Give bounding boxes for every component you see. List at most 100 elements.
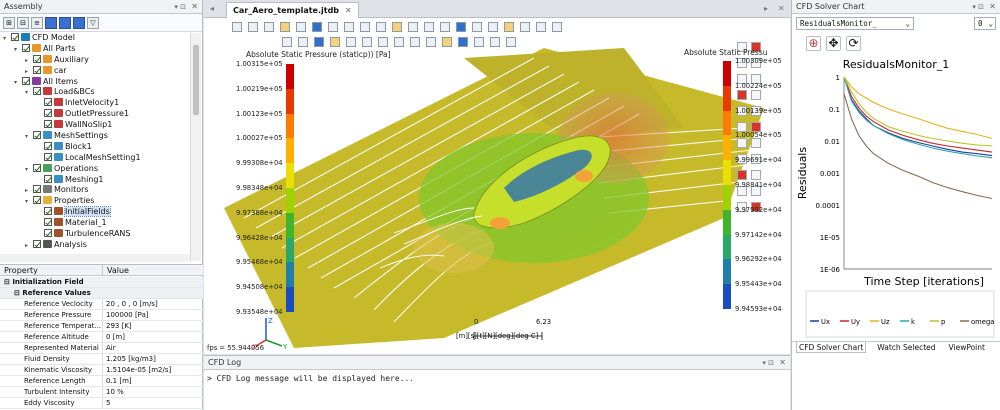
transparency-icon[interactable]: [536, 22, 546, 32]
iso-surface-icon[interactable]: [458, 37, 468, 47]
tree-node[interactable]: WallNoSlip1: [0, 120, 190, 131]
filter-icon[interactable]: ▽: [87, 16, 99, 29]
streamline-icon[interactable]: [410, 37, 420, 47]
property-row[interactable]: Reference Veclocity 20 , 0 , 0 [m/s]: [0, 299, 203, 310]
measure-icon[interactable]: [424, 22, 434, 32]
visibility-checkbox[interactable]: [44, 229, 52, 238]
assembly-icon[interactable]: [59, 16, 71, 29]
tree-view-icon[interactable]: ≡: [31, 16, 43, 29]
tree-node[interactable]: ▾ CFD Model: [0, 33, 190, 44]
visibility-checkbox[interactable]: [33, 185, 41, 194]
zoom-box-icon[interactable]: [408, 22, 418, 32]
close-icon[interactable]: ✕: [779, 356, 786, 370]
screenshot-icon[interactable]: [314, 37, 324, 47]
probe-icon[interactable]: [394, 37, 404, 47]
property-value[interactable]: 10 %: [103, 387, 203, 397]
tab-scroll-right-icon[interactable]: ▸: [764, 4, 768, 13]
legend-icon[interactable]: [378, 37, 388, 47]
property-subgroup[interactable]: ⊟ Reference Values: [0, 288, 203, 299]
tree-horizontal-scrollbar[interactable]: [0, 254, 190, 262]
property-group[interactable]: ⊟ Initialization Field: [0, 277, 203, 288]
ruler-icon[interactable]: [330, 37, 340, 47]
select-body-icon[interactable]: [737, 90, 747, 100]
light-icon[interactable]: [282, 37, 292, 47]
tree-node[interactable]: ▾ Operations: [0, 163, 190, 175]
property-value[interactable]: 293 [K]: [103, 321, 203, 331]
pin-icon[interactable]: ▾ ⊡: [972, 0, 984, 14]
property-value[interactable]: 20 , 0 , 0 [m/s]: [103, 299, 203, 309]
monitor-select[interactable]: ResidualsMonitor_ ⌄: [796, 17, 914, 30]
tree-vertical-scrollbar[interactable]: [190, 33, 201, 261]
pin-icon[interactable]: ▾ ⊡: [174, 0, 186, 14]
visibility-checkbox[interactable]: [44, 207, 52, 216]
view-iso-icon[interactable]: [344, 22, 354, 32]
clip-plane-icon[interactable]: [440, 22, 450, 32]
property-row[interactable]: Turbulent Intensity 10 %: [0, 387, 203, 398]
select-all-icon[interactable]: [751, 90, 761, 100]
property-value[interactable]: 0.1 [m]: [103, 376, 203, 386]
tree-node[interactable]: ▾ MeshSettings: [0, 131, 190, 142]
tab-car-aero[interactable]: Car_Aero_template.jtdb ✕: [226, 2, 359, 18]
property-value[interactable]: 100000 [Pa]: [103, 310, 203, 320]
tree-node[interactable]: ▸ Analysis: [0, 239, 190, 252]
visibility-checkbox[interactable]: [33, 163, 41, 172]
close-icon[interactable]: ✕: [191, 0, 198, 14]
visibility-checkbox[interactable]: [44, 120, 52, 129]
visibility-checkbox[interactable]: [33, 65, 41, 74]
property-row[interactable]: Reference Altitude 0 [m]: [0, 332, 203, 343]
view-right-icon[interactable]: [296, 22, 306, 32]
reset-icon[interactable]: [751, 138, 761, 148]
expand-tree-icon[interactable]: ⊞: [3, 16, 15, 29]
tree-node[interactable]: ▸ Auxiliary: [0, 54, 190, 66]
visibility-checkbox[interactable]: [33, 131, 41, 140]
group-icon[interactable]: [751, 170, 761, 180]
tree-node[interactable]: ▸ car: [0, 65, 190, 77]
paint-icon[interactable]: [737, 138, 747, 148]
pan-icon[interactable]: [376, 22, 386, 32]
pin-icon[interactable]: ▾ ⊡: [762, 356, 774, 370]
tab-scroll-left-icon[interactable]: ◂: [210, 4, 214, 13]
tree-node[interactable]: ▾ All Parts: [0, 43, 190, 55]
visibility-checkbox[interactable]: [33, 54, 41, 63]
tree-node[interactable]: Block1: [0, 141, 190, 153]
close-document-icon[interactable]: ✕: [778, 4, 785, 13]
view-top-icon[interactable]: [312, 22, 322, 32]
tab-watch-selected[interactable]: Watch Selected: [875, 342, 937, 353]
tab-cfd-solver-chart[interactable]: CFD Solver Chart: [796, 342, 867, 353]
cut-plane-icon[interactable]: [474, 37, 484, 47]
property-row[interactable]: Kinematic Viscosity 1.5104e-05 [m2/s]: [0, 365, 203, 376]
mesh-icon[interactable]: [520, 22, 530, 32]
property-row[interactable]: Represented Material Air: [0, 343, 203, 354]
close-icon[interactable]: ✕: [989, 0, 996, 14]
property-row[interactable]: Reference Pressure 100000 [Pa]: [0, 310, 203, 321]
color-icon[interactable]: [552, 22, 562, 32]
rotate-icon[interactable]: [360, 22, 370, 32]
collapse-tree-icon[interactable]: ⊟: [17, 16, 29, 29]
3d-viewport[interactable]: Absolute Static Pressure (staticp)) [Pa]…: [204, 18, 790, 354]
edges-icon[interactable]: [504, 22, 514, 32]
visibility-checkbox[interactable]: [44, 141, 52, 150]
view-bottom-icon[interactable]: [328, 22, 338, 32]
visibility-checkbox[interactable]: [44, 152, 52, 161]
tree-node[interactable]: LocalMeshSetting1: [0, 152, 190, 164]
animate-icon[interactable]: [490, 37, 500, 47]
camera-icon[interactable]: [298, 37, 308, 47]
property-row[interactable]: Reference Length 0.1 [m]: [0, 376, 203, 387]
visibility-checkbox[interactable]: [33, 87, 41, 96]
tree-node[interactable]: ▾ Load&BCs: [0, 87, 190, 98]
view-back-icon[interactable]: [264, 22, 274, 32]
view-front-icon[interactable]: [248, 22, 258, 32]
tree-node[interactable]: InletVelocity1: [0, 98, 190, 109]
property-value[interactable]: 5: [103, 398, 203, 408]
section-icon[interactable]: [456, 22, 466, 32]
property-value[interactable]: 1.205 [kg/m3]: [103, 354, 203, 364]
tree-node[interactable]: InitialFields: [0, 206, 190, 218]
visibility-checkbox[interactable]: [33, 196, 41, 205]
property-value[interactable]: 1.5104e-05 [m2/s]: [103, 365, 203, 375]
collapsed-icon[interactable]: ▸: [25, 241, 33, 252]
property-row[interactable]: Reference Temperat... 293 [K]: [0, 321, 203, 332]
property-value[interactable]: 0 [m]: [103, 332, 203, 342]
wireframe-icon[interactable]: [472, 22, 482, 32]
property-row[interactable]: Eddy Viscosity 5: [0, 398, 203, 409]
close-tab-icon[interactable]: ✕: [345, 6, 352, 15]
